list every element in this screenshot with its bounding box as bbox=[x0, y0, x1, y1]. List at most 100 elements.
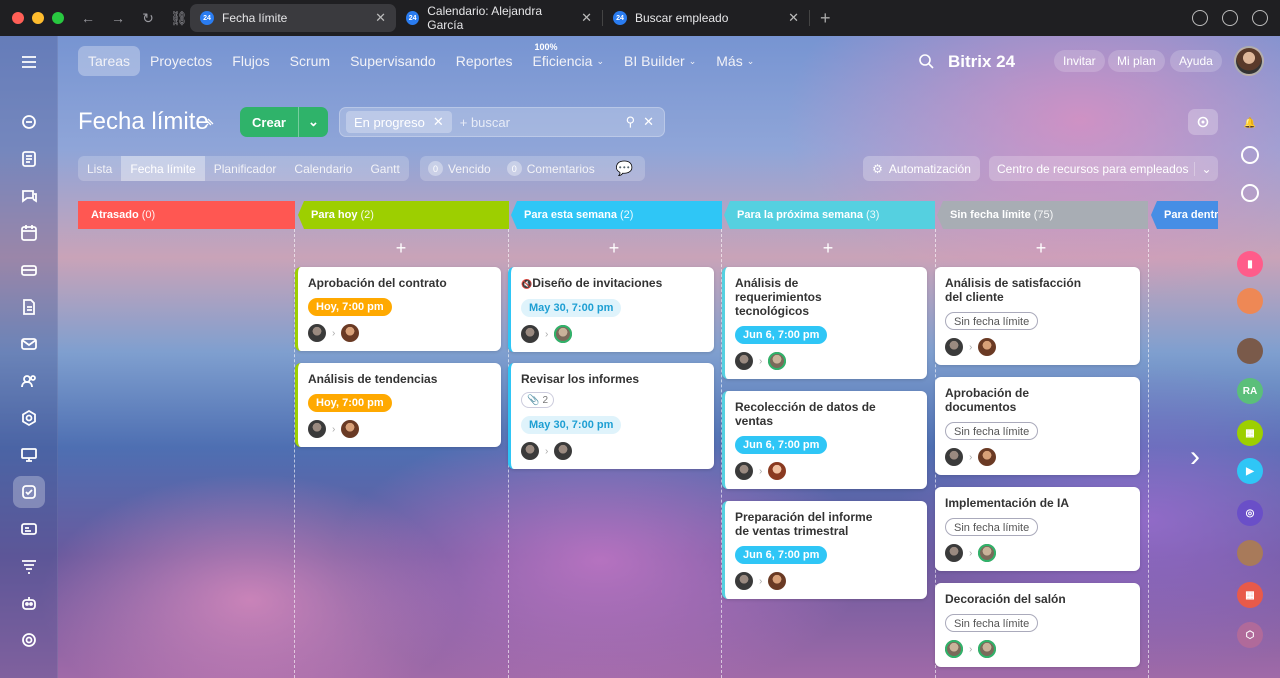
nav-eficiencia[interactable]: 100% Eficiencia ⌄ bbox=[523, 42, 614, 76]
responsible-avatar[interactable] bbox=[341, 324, 360, 342]
robot-icon[interactable] bbox=[13, 587, 45, 619]
counter-vencido[interactable]: 0 Vencido bbox=[428, 161, 491, 176]
responsible-avatar[interactable] bbox=[978, 640, 997, 658]
comments-read-icon[interactable]: 💬 bbox=[616, 160, 633, 177]
search-input[interactable]: + buscar bbox=[460, 115, 510, 130]
column-header-sin-fecha-limite[interactable]: Sin fecha límite (75) bbox=[937, 201, 1148, 229]
nav-flujos[interactable]: Flujos bbox=[222, 46, 279, 76]
zoom-window-button[interactable] bbox=[52, 12, 64, 24]
help-button[interactable]: Ayuda bbox=[1170, 50, 1222, 72]
responsible-avatar[interactable] bbox=[768, 352, 787, 370]
menu-icon[interactable] bbox=[13, 46, 45, 78]
resource-center-button[interactable]: Centro de recursos para empleados ⌄ bbox=[989, 156, 1218, 181]
chat-icon[interactable] bbox=[13, 180, 45, 212]
column-header-atrasado[interactable]: Atrasado (0) bbox=[78, 201, 295, 229]
nav-mas[interactable]: Más ⌄ bbox=[706, 46, 764, 76]
responsible-avatar[interactable] bbox=[341, 420, 360, 438]
create-button[interactable]: Crear ⌄ bbox=[240, 107, 328, 137]
view-tab-calendario[interactable]: Calendario bbox=[285, 156, 361, 181]
calendar-icon[interactable] bbox=[13, 217, 45, 249]
bookmark-icon[interactable]: ▮ bbox=[1237, 251, 1263, 277]
deadline-badge[interactable]: Jun 6, 7:00 pm bbox=[735, 326, 828, 344]
filter-search-box[interactable]: En progreso ✕ + buscar ⚲ ✕ bbox=[339, 107, 665, 137]
creator-avatar[interactable] bbox=[308, 324, 326, 342]
responsible-avatar[interactable] bbox=[978, 338, 997, 356]
cloud-icon[interactable] bbox=[1252, 10, 1268, 26]
creator-avatar[interactable] bbox=[735, 352, 753, 370]
responsible-avatar[interactable] bbox=[554, 442, 573, 460]
nav-scrum[interactable]: Scrum bbox=[280, 46, 340, 76]
task-card[interactable]: Recolección de datos de ventas Jun 6, 7:… bbox=[722, 391, 927, 489]
deadline-badge[interactable]: Sin fecha límite bbox=[945, 614, 1039, 632]
task-card[interactable]: Aprobación del contrato Hoy, 7:00 pm › bbox=[295, 267, 501, 351]
invite-button[interactable]: Invitar bbox=[1054, 50, 1105, 72]
deadline-badge[interactable]: Sin fecha límite bbox=[945, 422, 1039, 440]
clear-icon[interactable]: ✕ bbox=[643, 114, 654, 130]
responsible-avatar[interactable] bbox=[978, 544, 997, 562]
creator-avatar[interactable] bbox=[308, 420, 326, 438]
task-card[interactable]: Análisis de satisfacción del cliente Sin… bbox=[935, 267, 1140, 365]
settings-button[interactable] bbox=[1188, 109, 1218, 135]
deadline-badge[interactable]: Jun 6, 7:00 pm bbox=[735, 436, 828, 454]
task-card[interactable]: Análisis de tendencias Hoy, 7:00 pm › bbox=[295, 363, 501, 447]
minimize-window-button[interactable] bbox=[32, 12, 44, 24]
nav-bi-builder[interactable]: BI Builder ⌄ bbox=[614, 46, 706, 76]
card-icon[interactable] bbox=[13, 513, 45, 545]
document-icon[interactable] bbox=[13, 143, 45, 175]
add-task-button[interactable]: + bbox=[1031, 238, 1051, 259]
chevron-down-icon[interactable]: ⌄ bbox=[1194, 161, 1218, 176]
browser-tab-calendario[interactable]: 24 Calendario: Alejandra García ✕ bbox=[396, 4, 602, 32]
close-window-button[interactable] bbox=[12, 12, 24, 24]
scroll-right-icon[interactable]: › bbox=[1190, 440, 1200, 474]
tasks-icon[interactable] bbox=[13, 476, 45, 508]
view-tab-lista[interactable]: Lista bbox=[78, 156, 121, 181]
feed-icon[interactable] bbox=[13, 106, 45, 138]
attachments-badge[interactable]: 📎 2 bbox=[521, 392, 555, 408]
deadline-badge[interactable]: Hoy, 7:00 pm bbox=[308, 298, 392, 316]
close-tab-icon[interactable]: ✕ bbox=[788, 10, 799, 26]
creator-avatar[interactable] bbox=[735, 572, 753, 590]
new-tab-icon[interactable]: + bbox=[820, 8, 831, 29]
pin-icon[interactable] bbox=[203, 117, 215, 129]
reload-icon[interactable]: ↻ bbox=[140, 10, 156, 27]
user-avatar[interactable] bbox=[1237, 338, 1263, 364]
nav-supervisando[interactable]: Supervisando bbox=[340, 46, 446, 76]
responsible-avatar[interactable] bbox=[978, 448, 997, 466]
target-icon[interactable]: ◎ bbox=[1237, 500, 1263, 526]
drive-icon[interactable] bbox=[13, 254, 45, 286]
target-icon[interactable] bbox=[13, 624, 45, 656]
history-icon[interactable] bbox=[1222, 10, 1238, 26]
group-avatar[interactable] bbox=[1237, 540, 1263, 566]
close-icon[interactable]: ✕ bbox=[433, 114, 444, 130]
task-card[interactable]: Decoración del salón Sin fecha límite › bbox=[935, 583, 1140, 667]
nav-tareas[interactable]: Tareas bbox=[78, 46, 141, 76]
back-icon[interactable]: ← bbox=[80, 10, 96, 27]
creator-avatar[interactable] bbox=[521, 442, 539, 460]
close-tab-icon[interactable]: ✕ bbox=[375, 10, 386, 26]
forward-icon[interactable]: → bbox=[110, 10, 126, 27]
link-icon[interactable]: ⛓ bbox=[170, 10, 188, 27]
column-header-para-la-proxima-semana[interactable]: Para la próxima semana (3) bbox=[724, 201, 935, 229]
task-card[interactable]: Revisar los informes 📎 2 May 30, 7:00 pm … bbox=[508, 363, 714, 469]
hexagon-icon[interactable] bbox=[13, 402, 45, 434]
mail-icon[interactable] bbox=[13, 328, 45, 360]
nav-proyectos[interactable]: Proyectos bbox=[140, 46, 222, 76]
calendar-icon[interactable]: ▦ bbox=[1237, 420, 1263, 446]
column-header-para-esta-semana[interactable]: Para esta semana (2) bbox=[511, 201, 722, 229]
deadline-badge[interactable]: Sin fecha límite bbox=[945, 312, 1039, 330]
filter-icon[interactable] bbox=[13, 550, 45, 582]
deadline-badge[interactable]: Jun 6, 7:00 pm bbox=[735, 546, 828, 564]
add-task-button[interactable]: + bbox=[391, 238, 411, 259]
search-icon[interactable]: ⚲ bbox=[626, 114, 636, 130]
responsible-avatar[interactable] bbox=[768, 572, 787, 590]
chat-search-icon[interactable] bbox=[1241, 184, 1259, 202]
add-task-button[interactable]: + bbox=[818, 238, 838, 259]
column-header-para-hoy[interactable]: Para hoy (2) bbox=[298, 201, 509, 229]
add-task-button[interactable]: + bbox=[604, 238, 624, 259]
contacts-icon[interactable] bbox=[13, 365, 45, 397]
deadline-badge[interactable]: May 30, 7:00 pm bbox=[521, 299, 622, 317]
creator-avatar[interactable] bbox=[945, 448, 963, 466]
task-card[interactable]: Análisis de requerimientos tecnológicos … bbox=[722, 267, 927, 379]
brand-logo[interactable]: Bitrix 24 bbox=[948, 52, 1015, 72]
task-card[interactable]: Aprobación de documentos Sin fecha límit… bbox=[935, 377, 1140, 475]
